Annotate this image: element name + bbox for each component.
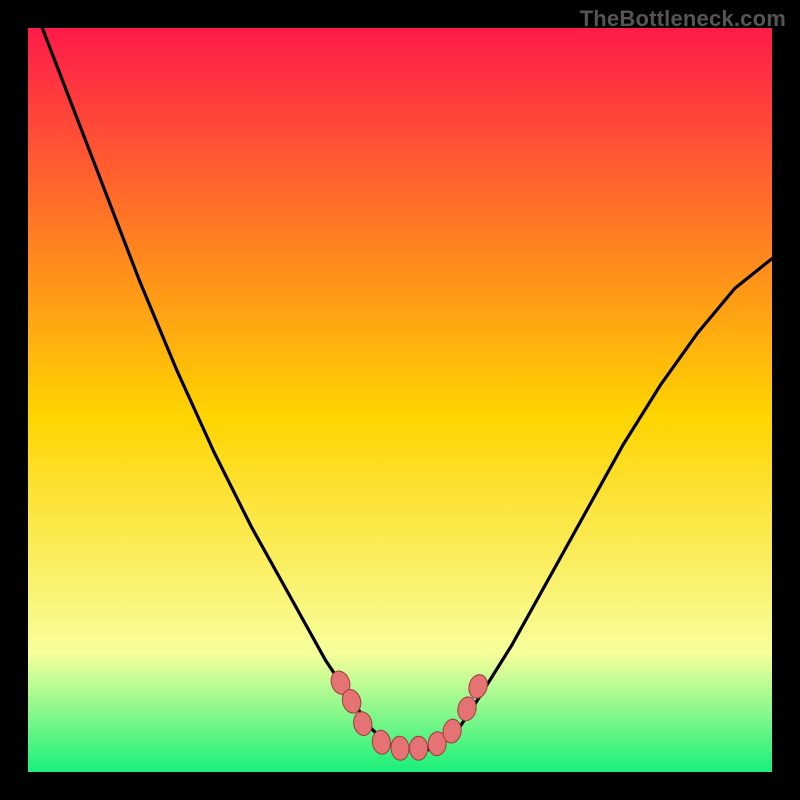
plot-area [28, 28, 772, 772]
chart-svg [28, 28, 772, 772]
gradient-background [28, 28, 772, 772]
valley-marker [410, 736, 428, 760]
chart-frame: TheBottleneck.com [0, 0, 800, 800]
watermark-text: TheBottleneck.com [580, 6, 786, 32]
